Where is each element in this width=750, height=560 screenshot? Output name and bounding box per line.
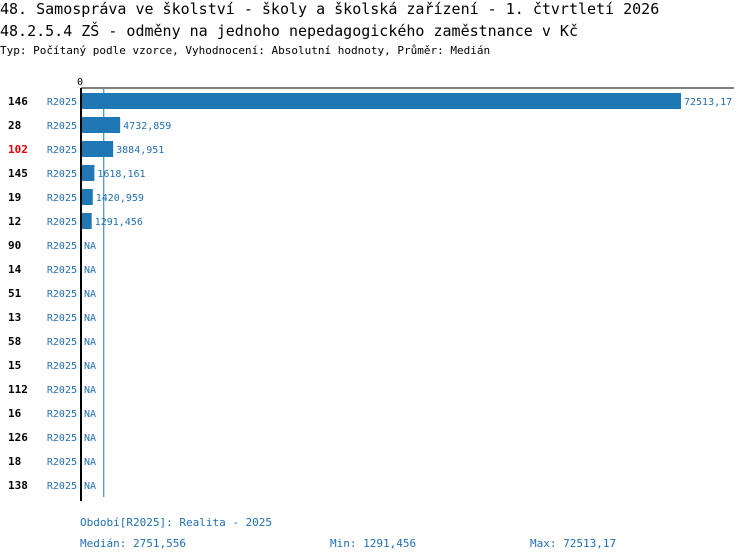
value-label: NA	[84, 409, 96, 420]
category-label: 102	[8, 143, 28, 156]
category-label: 112	[8, 383, 28, 396]
axis-zero-label: 0	[77, 77, 83, 88]
min-stat: Min: 1291,456	[330, 537, 417, 550]
value-label: NA	[84, 241, 96, 252]
value-label: NA	[84, 481, 96, 492]
category-label: 28	[8, 119, 21, 132]
period-label: R2025	[47, 121, 77, 132]
value-label: NA	[84, 457, 96, 468]
category-label: 12	[8, 215, 21, 228]
value-label: 1420,959	[96, 193, 144, 204]
period-label: R2025	[47, 193, 77, 204]
value-label: 1291,456	[95, 217, 143, 228]
period-label: R2025	[47, 289, 77, 300]
value-label: NA	[84, 361, 96, 372]
bar	[81, 189, 93, 205]
category-label: 138	[8, 479, 28, 492]
category-label: 19	[8, 191, 21, 204]
period-label: R2025	[47, 457, 77, 468]
bar	[81, 93, 681, 109]
value-label: NA	[84, 337, 96, 348]
period-label: R2025	[47, 169, 77, 180]
period-label: R2025	[47, 337, 77, 348]
category-label: 15	[8, 359, 21, 372]
value-label: NA	[84, 289, 96, 300]
value-label: 3884,951	[116, 145, 164, 156]
category-label: 18	[8, 455, 21, 468]
value-label: 1618,161	[97, 169, 145, 180]
category-label: 146	[8, 95, 28, 108]
bar-chart: 0 146 R2025 72513,17 28 R2025 4732,859 102 R2025…	[8, 77, 734, 501]
period-label: R2025	[47, 217, 77, 228]
category-label: 13	[8, 311, 21, 324]
period-label: R2025	[47, 145, 77, 156]
period-label: R2025	[47, 313, 77, 324]
value-label: 72513,17	[684, 97, 732, 108]
bar	[81, 213, 92, 229]
category-label: 126	[8, 431, 28, 444]
value-label: 4732,859	[123, 121, 171, 132]
period-label: R2025	[47, 241, 77, 252]
max-stat: Max: 72513,17	[530, 537, 617, 550]
period-label: R2025	[47, 361, 77, 372]
period-label: R2025	[47, 409, 77, 420]
value-label: NA	[84, 313, 96, 324]
period-label: R2025	[47, 385, 77, 396]
value-label: NA	[84, 433, 96, 444]
category-label: 90	[8, 239, 21, 252]
period-note: Období[R2025]: Realita - 2025	[80, 516, 273, 529]
value-label: NA	[84, 385, 96, 396]
period-label: R2025	[47, 433, 77, 444]
period-label: R2025	[47, 481, 77, 492]
period-label: R2025	[47, 97, 77, 108]
bar	[81, 165, 95, 181]
bar	[81, 141, 114, 157]
category-label: 145	[8, 167, 28, 180]
category-label: 16	[8, 407, 22, 420]
category-label: 58	[8, 335, 21, 348]
bar	[81, 117, 121, 133]
category-label: 51	[8, 287, 22, 300]
median-stat: Medián: 2751,556	[80, 537, 186, 550]
category-label: 14	[8, 263, 22, 276]
period-label: R2025	[47, 265, 77, 276]
value-label: NA	[84, 265, 96, 276]
